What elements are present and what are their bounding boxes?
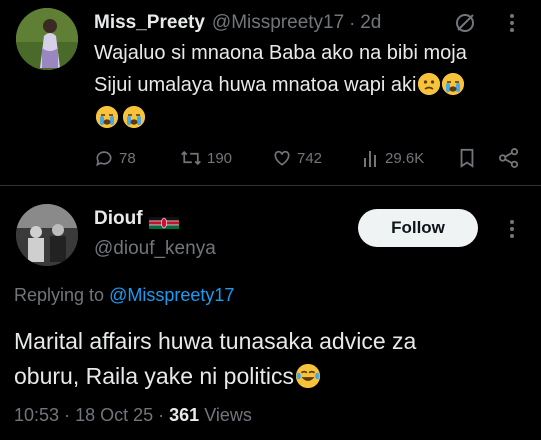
views-label: Views bbox=[204, 405, 252, 425]
crying-face-emoji bbox=[123, 106, 145, 128]
replying-to: Replying to @Misspreety17 bbox=[14, 285, 234, 306]
views-icon bbox=[364, 151, 376, 167]
tweet-meta: 10:53 · 18 Oct 25 · 361 Views bbox=[14, 405, 252, 426]
like-count: 742 bbox=[297, 149, 323, 167]
replying-to-link[interactable]: @Misspreety17 bbox=[109, 285, 234, 305]
separator-dot: · bbox=[64, 405, 71, 425]
reply-text: Marital affairs huwa tunasaka advice za … bbox=[14, 324, 416, 394]
author-handle[interactable]: @diouf_kenya bbox=[94, 238, 216, 260]
tweet-text-line: Wajaluo si mnaona Baba ako na bibi moja bbox=[94, 42, 467, 64]
reply-author-row: Diouf bbox=[94, 206, 179, 232]
crying-face-emoji bbox=[442, 73, 465, 95]
reply-text-line: Marital affairs huwa tunasaka advice za bbox=[14, 328, 417, 354]
reply-text: oburu, Raila yake ni politics bbox=[14, 363, 294, 389]
reply-icon bbox=[96, 151, 112, 167]
kenya-flag-icon bbox=[148, 213, 179, 229]
separator-dot: · bbox=[349, 12, 356, 33]
tweet-actions: 78 190 742 29.6K bbox=[94, 148, 524, 172]
views-button[interactable]: 29.6K bbox=[362, 148, 424, 168]
author-name[interactable]: Miss_Preety bbox=[94, 12, 205, 34]
tears-of-joy-emoji bbox=[295, 364, 320, 388]
avatar[interactable] bbox=[16, 8, 78, 70]
follow-button[interactable]: Follow bbox=[358, 209, 478, 247]
crying-face-emoji bbox=[96, 106, 118, 128]
tweet-time[interactable]: 2d bbox=[360, 12, 381, 34]
bookmark-icon bbox=[460, 148, 474, 168]
reply-button[interactable]: 78 bbox=[94, 148, 136, 168]
tweet-emoji-line bbox=[94, 106, 145, 132]
tweet-text: Sijui umalaya huwa mnatoa wapi aki bbox=[94, 74, 417, 96]
bookmark-button[interactable] bbox=[458, 148, 476, 168]
reply-text-line: oburu, Raila yake ni politics bbox=[14, 359, 416, 394]
like-button[interactable]: 742 bbox=[272, 148, 322, 168]
tweet-header: Miss_Preety @Misspreety17 · 2d bbox=[94, 10, 381, 36]
share-icon bbox=[499, 148, 519, 168]
repost-count: 190 bbox=[207, 149, 233, 167]
share-button[interactable] bbox=[498, 148, 520, 168]
worried-face-emoji bbox=[418, 73, 441, 95]
avatar[interactable] bbox=[16, 204, 78, 266]
tweet-text-line: Sijui umalaya huwa mnatoa wapi aki bbox=[94, 72, 465, 98]
heart-icon bbox=[274, 150, 290, 166]
repost-icon bbox=[181, 150, 201, 166]
view-count: 29.6K bbox=[385, 149, 425, 167]
grok-icon[interactable] bbox=[454, 12, 476, 34]
views-count: 361 bbox=[169, 405, 200, 425]
more-options-icon[interactable] bbox=[508, 218, 516, 240]
tweet-time[interactable]: 10:53 bbox=[14, 405, 59, 425]
author-name[interactable]: Diouf bbox=[94, 208, 143, 230]
separator-dot: · bbox=[158, 405, 165, 425]
more-options-icon[interactable] bbox=[508, 12, 516, 34]
reply-count: 78 bbox=[119, 149, 136, 167]
repost-button[interactable]: 190 bbox=[180, 148, 232, 168]
author-handle[interactable]: @Misspreety17 bbox=[212, 12, 344, 34]
divider bbox=[0, 185, 541, 186]
tweet-date[interactable]: 18 Oct 25 bbox=[75, 405, 153, 425]
replying-prefix: Replying to bbox=[14, 285, 105, 305]
